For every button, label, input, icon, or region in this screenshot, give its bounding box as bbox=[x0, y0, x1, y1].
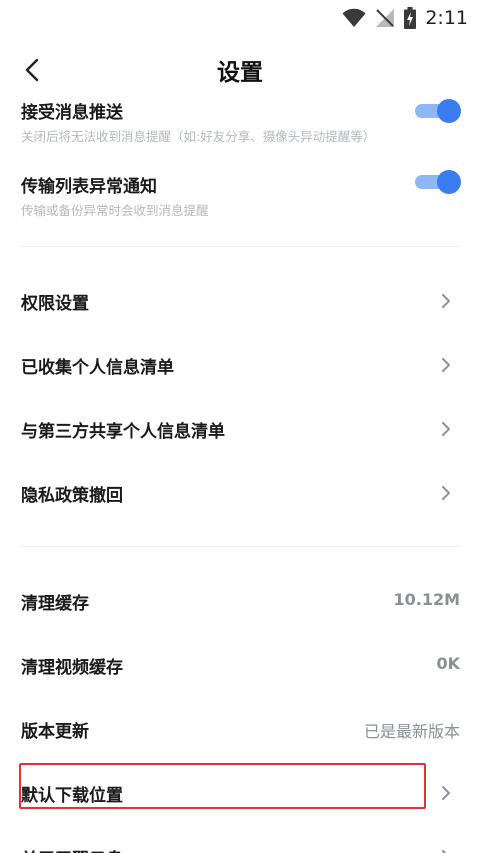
row-label: 关于天翼云盘 bbox=[21, 845, 123, 853]
cache-size-value: 10.12M bbox=[393, 590, 460, 609]
toggle-thumb bbox=[437, 170, 461, 194]
setting-message-push-title: 接受消息推送 bbox=[21, 103, 123, 123]
row-label: 版本更新 bbox=[21, 722, 89, 742]
wifi-icon bbox=[342, 8, 366, 27]
row-clear-cache[interactable]: 清理缓存 10.12M bbox=[0, 569, 480, 633]
status-icons: 2:11 bbox=[342, 5, 468, 31]
row-label: 清理缓存 bbox=[21, 594, 89, 614]
settings-list[interactable]: 接受消息推送 关闭后将无法收到消息提醒（如:好友分享、摄像头异动提醒等） 传输列… bbox=[0, 98, 480, 853]
chevron-right-icon bbox=[442, 786, 450, 800]
row-about-app[interactable]: 关于天翼云盘 bbox=[0, 825, 480, 853]
message-push-toggle[interactable] bbox=[415, 98, 461, 124]
battery-charging-icon bbox=[404, 7, 417, 29]
version-status-value: 已是最新版本 bbox=[363, 722, 460, 741]
section-divider bbox=[21, 546, 460, 547]
row-version-update[interactable]: 版本更新 已是最新版本 bbox=[0, 697, 480, 761]
row-label: 清理视频缓存 bbox=[21, 658, 123, 678]
chevron-right-icon bbox=[442, 486, 450, 500]
highlight-annotation-box bbox=[19, 763, 426, 809]
setting-message-push-description: 关闭后将无法收到消息提醒（如:好友分享、摄像头异动提醒等） bbox=[21, 129, 376, 144]
setting-transfer-notify: 传输列表异常通知 传输或备份异常时会收到消息提醒 bbox=[0, 169, 480, 232]
row-label: 隐私政策撤回 bbox=[21, 486, 123, 506]
header: 设置 bbox=[0, 40, 480, 98]
transfer-notify-toggle[interactable] bbox=[415, 169, 461, 195]
status-time: 2:11 bbox=[425, 7, 468, 29]
row-label: 权限设置 bbox=[21, 294, 89, 314]
setting-message-push: 接受消息推送 关闭后将无法收到消息提醒（如:好友分享、摄像头异动提醒等） bbox=[0, 98, 480, 158]
row-third-party-info-list[interactable]: 与第三方共享个人信息清单 bbox=[0, 397, 480, 461]
section-divider bbox=[21, 246, 460, 247]
setting-transfer-notify-description: 传输或备份异常时会收到消息提醒 bbox=[21, 203, 209, 218]
status-bar: 2:11 bbox=[0, 0, 480, 36]
row-collected-info-list[interactable]: 已收集个人信息清单 bbox=[0, 333, 480, 397]
row-label: 与第三方共享个人信息清单 bbox=[21, 422, 225, 442]
video-cache-size-value: 0K bbox=[436, 654, 460, 673]
no-signal-icon bbox=[376, 9, 395, 27]
toggle-thumb bbox=[437, 99, 461, 123]
chevron-right-icon bbox=[442, 358, 450, 372]
row-label: 已收集个人信息清单 bbox=[21, 358, 174, 378]
row-clear-video-cache[interactable]: 清理视频缓存 0K bbox=[0, 633, 480, 697]
row-privacy-policy-withdraw[interactable]: 隐私政策撤回 bbox=[0, 461, 480, 525]
chevron-right-icon bbox=[442, 294, 450, 308]
row-permission-settings[interactable]: 权限设置 bbox=[0, 269, 480, 333]
setting-transfer-notify-title: 传输列表异常通知 bbox=[21, 177, 157, 197]
page-title: 设置 bbox=[217, 60, 263, 86]
chevron-right-icon bbox=[442, 850, 447, 853]
chevron-right-icon bbox=[442, 422, 450, 436]
